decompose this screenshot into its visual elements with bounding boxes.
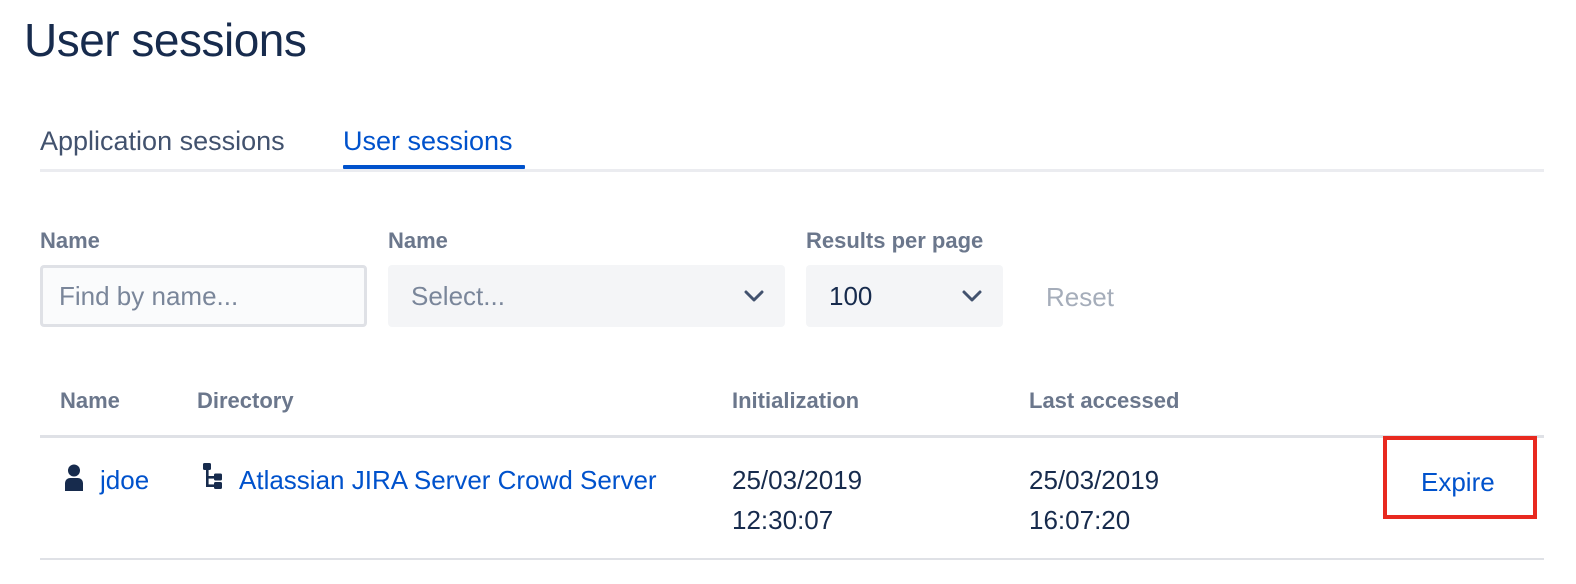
tab-application-sessions[interactable]: Application sessions xyxy=(40,124,285,158)
last-accessed-date: 25/03/2019 xyxy=(1029,465,1160,495)
header-divider xyxy=(40,435,1544,438)
column-header-initialization[interactable]: Initialization xyxy=(732,388,859,414)
user-icon xyxy=(65,464,83,491)
directory-filter-label: Name xyxy=(388,228,448,253)
directory-select[interactable]: Select... xyxy=(388,265,785,327)
user-sessions-page: User sessions Application sessions User … xyxy=(0,0,1576,584)
tab-user-sessions[interactable]: User sessions xyxy=(343,124,513,158)
session-user-link[interactable]: jdoe xyxy=(100,460,149,500)
expire-session-button[interactable]: Expire xyxy=(1421,462,1495,502)
chevron-down-icon xyxy=(962,290,982,302)
results-per-page-value: 100 xyxy=(829,281,873,311)
results-per-page-label: Results per page xyxy=(806,228,984,253)
page-title: User sessions xyxy=(24,14,307,66)
active-tab-indicator xyxy=(343,165,525,169)
row-divider xyxy=(40,558,1544,560)
directory-tree-icon xyxy=(203,463,222,489)
session-tabs: Application sessions User sessions xyxy=(40,118,1544,172)
last-accessed-time: 16:07:20 xyxy=(1029,505,1131,535)
column-header-directory[interactable]: Directory xyxy=(197,388,294,414)
initialization-date: 25/03/2019 xyxy=(732,465,863,495)
column-header-last-accessed[interactable]: Last accessed xyxy=(1029,388,1179,414)
column-header-name[interactable]: Name xyxy=(60,388,120,414)
results-per-page-select[interactable]: 100 xyxy=(806,265,1003,327)
name-search-input[interactable] xyxy=(40,265,367,327)
session-directory-link[interactable]: Atlassian JIRA Server Crowd Server xyxy=(239,460,657,500)
directory-select-placeholder: Select... xyxy=(411,281,505,311)
reset-button[interactable]: Reset xyxy=(1046,282,1114,312)
name-filter-label: Name xyxy=(40,228,100,253)
initialization-time: 12:30:07 xyxy=(732,505,834,535)
chevron-down-icon xyxy=(744,290,764,302)
